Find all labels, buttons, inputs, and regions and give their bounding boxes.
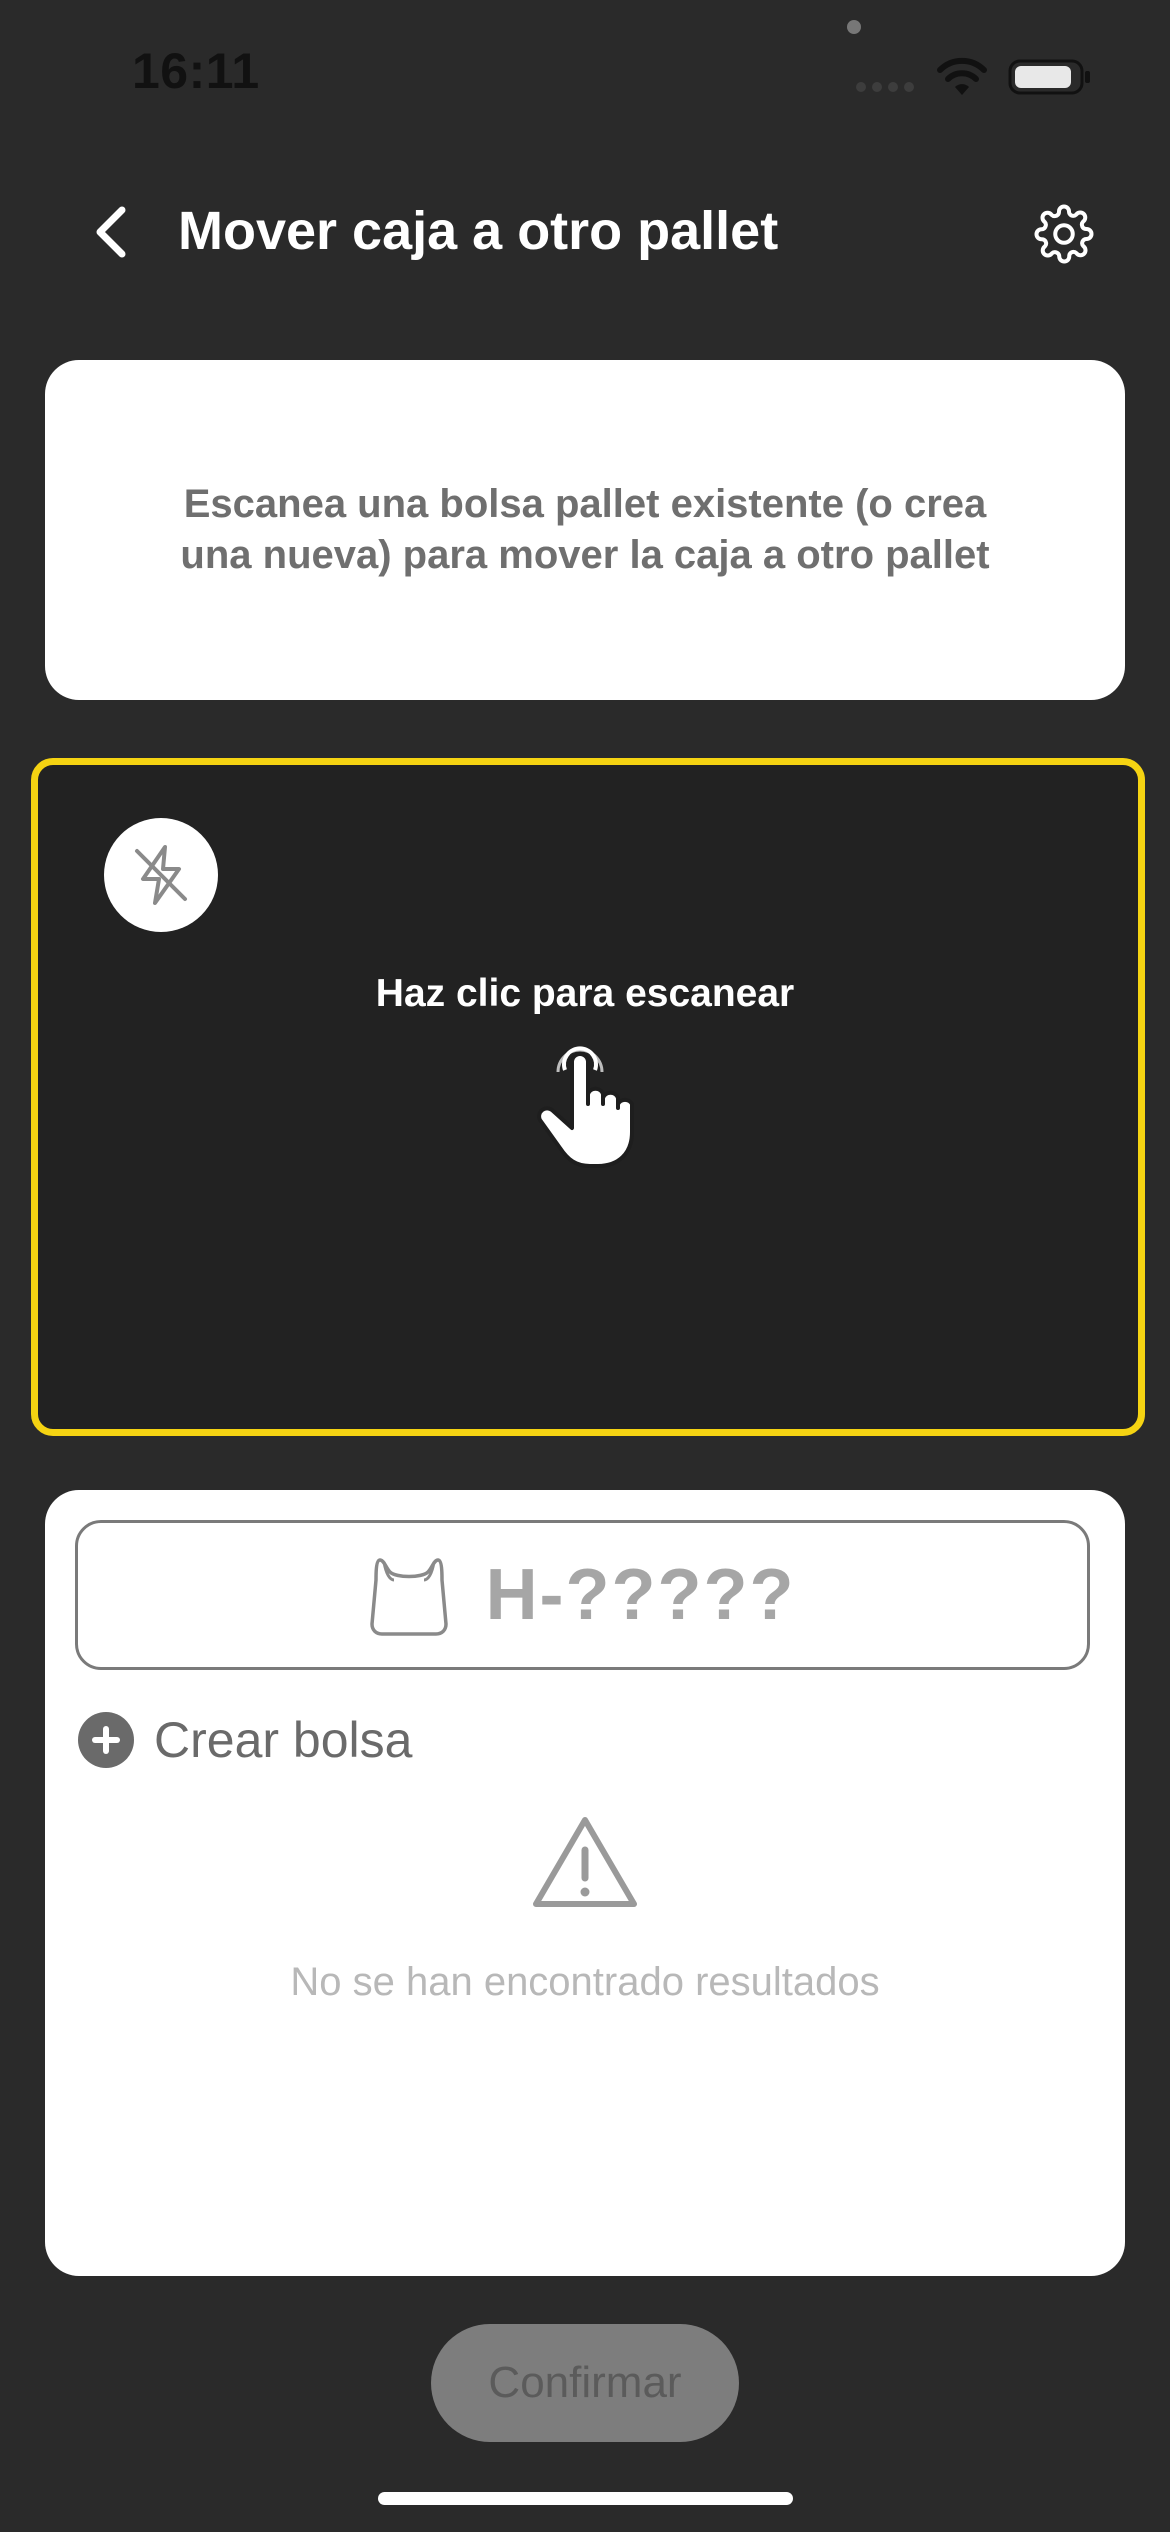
empty-results-text: No se han encontrado resultados bbox=[290, 1960, 880, 2004]
home-indicator bbox=[378, 2492, 793, 2505]
status-time: 16:11 bbox=[132, 43, 260, 99]
battery-icon bbox=[1008, 59, 1090, 95]
camera-dot bbox=[847, 20, 861, 34]
chevron-left-icon bbox=[96, 206, 126, 258]
page-title: Mover caja a otro pallet bbox=[178, 201, 779, 261]
instruction-card: Escanea una bolsa pallet existente (o cr… bbox=[45, 360, 1125, 700]
gear-icon bbox=[1034, 204, 1094, 264]
confirm-button[interactable]: Confirmar bbox=[431, 2324, 739, 2442]
hand-pointer-icon bbox=[537, 1046, 634, 1168]
scan-label: Haz clic para escanear bbox=[375, 972, 795, 1015]
warning-icon bbox=[533, 1817, 637, 1907]
bag-code-text: H-????? bbox=[485, 1555, 796, 1635]
wifi-icon bbox=[937, 57, 987, 95]
cellular-signal-icon bbox=[856, 82, 914, 92]
create-bag-button[interactable]: Crear bolsa bbox=[78, 1708, 412, 1772]
back-button[interactable] bbox=[82, 192, 142, 272]
create-bag-label: Crear bolsa bbox=[154, 1712, 413, 1768]
flash-toggle-button[interactable] bbox=[104, 818, 218, 932]
flash-off-icon bbox=[135, 845, 187, 905]
bag-code-field[interactable]: H-????? bbox=[75, 1520, 1090, 1670]
plus-circle-icon bbox=[78, 1712, 134, 1768]
bag-icon bbox=[369, 1558, 448, 1636]
settings-button[interactable] bbox=[1030, 200, 1098, 268]
instruction-text: Escanea una bolsa pallet existente (o cr… bbox=[180, 482, 990, 577]
